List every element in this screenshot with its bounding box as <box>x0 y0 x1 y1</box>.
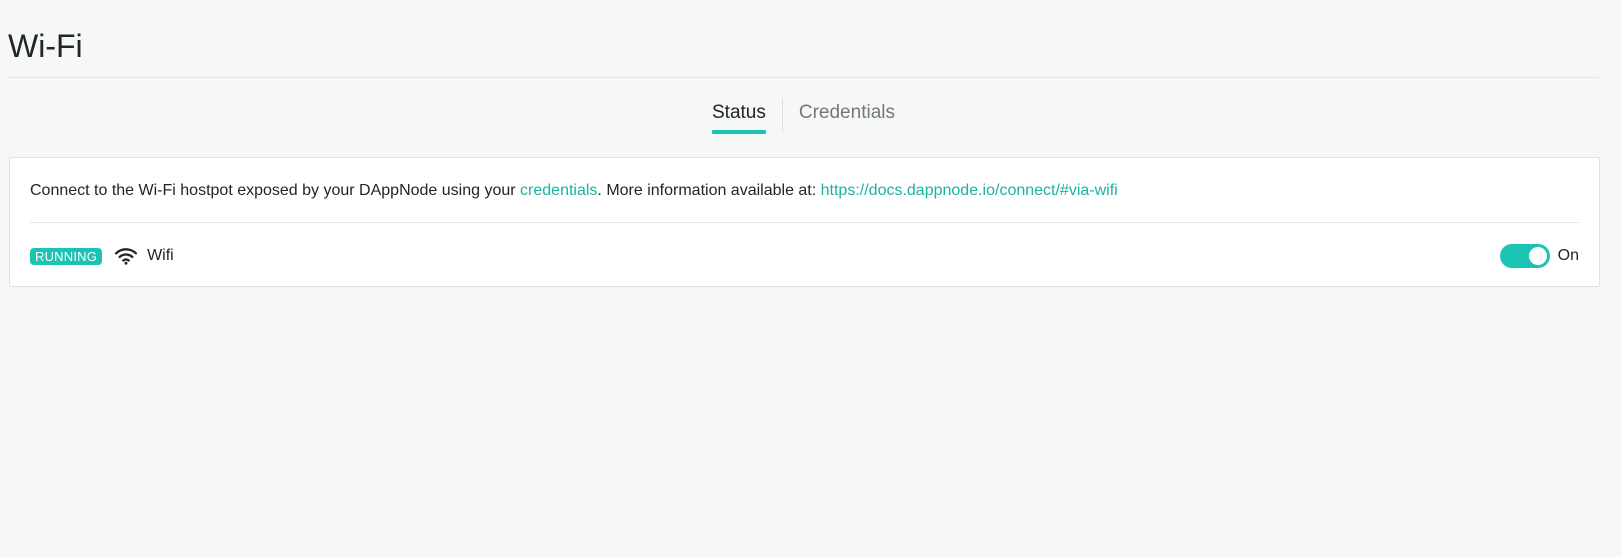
title-divider <box>8 77 1599 78</box>
wifi-info-text: Connect to the Wi-Fi hostpot exposed by … <box>30 180 1118 202</box>
toggle-knob <box>1528 247 1547 265</box>
tab-credentials[interactable]: Credentials <box>783 98 911 128</box>
wifi-page: Wi-Fi Status Credentials Connect to the … <box>0 0 1622 557</box>
card-divider <box>30 222 1579 223</box>
credentials-link[interactable]: credentials <box>520 182 597 199</box>
info-text-before: Connect to the Wi-Fi hostpot exposed by … <box>30 182 521 199</box>
status-badge: RUNNING <box>30 247 103 265</box>
wifi-icon <box>114 244 138 268</box>
tab-bar: Status Credentials <box>0 98 1607 136</box>
toggle-state-label: On <box>1557 247 1579 264</box>
page-title: Wi-Fi <box>8 28 83 64</box>
service-row: RUNNING Wifi On <box>30 241 1579 271</box>
wifi-status-card: Connect to the Wi-Fi hostpot exposed by … <box>9 157 1600 287</box>
wifi-toggle-switch[interactable] <box>1499 244 1550 268</box>
tab-status[interactable]: Status <box>696 98 782 134</box>
docs-link[interactable]: https://docs.dappnode.io/connect/#via-wi… <box>821 182 1118 199</box>
info-text-middle: . More information available at: <box>597 182 821 199</box>
service-name: Wifi <box>147 247 174 264</box>
